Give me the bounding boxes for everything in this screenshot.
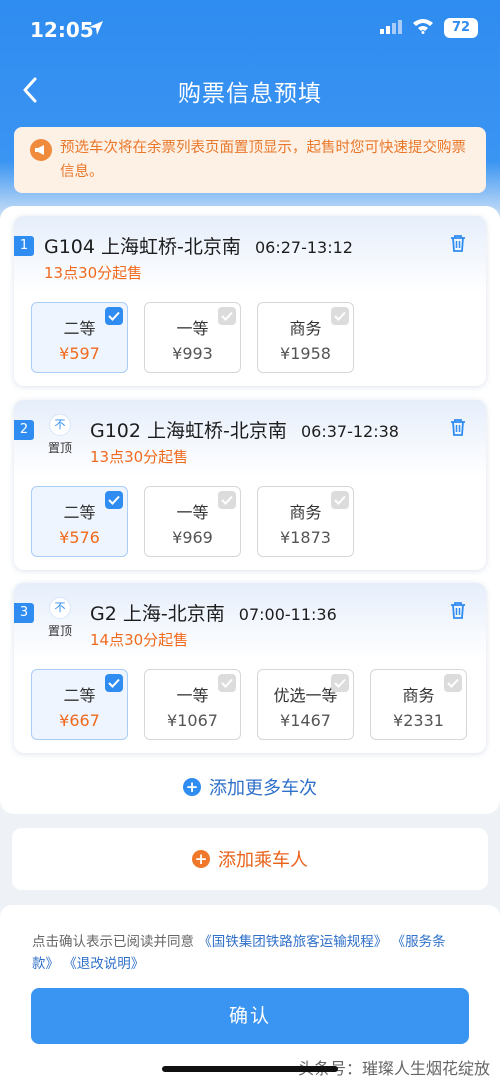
notice-text: 预选车次将在余票列表页面置顶显示，起售时您可快速提交购票信息。 [60,140,466,180]
agreement-prefix: 点击确认表示已阅读并同意 [32,934,194,950]
battery-indicator: 72 [444,18,478,38]
checkbox-unchecked-icon [331,674,349,692]
checkbox-checked-icon [105,307,123,325]
train-number: G102 [90,420,141,442]
train-number: G104 [44,236,95,258]
checkbox-checked-icon [105,491,123,509]
train-card[interactable]: 3 不 置顶 G2 上海-北京南 07:00-11:36 14点30分起售 二等… [14,583,486,753]
seat-price: ¥576 [59,528,100,547]
status-time: 12:05 [30,18,94,42]
seat-price: ¥969 [172,528,213,547]
pin-to-top-button[interactable]: 不 置顶 [44,414,76,456]
seat-option[interactable]: 一等 ¥1067 [144,669,241,740]
train-index-badge: 3 [14,603,34,623]
checkbox-unchecked-icon [218,491,236,509]
plus-circle-icon: + [183,778,201,796]
checkbox-unchecked-icon [331,307,349,325]
seat-option[interactable]: 二等 ¥597 [31,302,128,373]
status-indicators: 72 [380,18,478,38]
train-title: G102 上海虹桥-北京南 06:37-12:38 [90,416,399,443]
train-time: 06:37-12:38 [300,422,399,441]
checkbox-checked-icon [105,674,123,692]
seat-price: ¥1958 [280,344,331,363]
seat-price: ¥597 [59,344,100,363]
pin-label: 置顶 [47,441,72,455]
train-time: 06:27-13:12 [254,238,353,257]
trash-icon[interactable] [450,601,466,623]
seat-option[interactable]: 一等 ¥993 [144,302,241,373]
sale-time: 13点30分起售 [90,448,189,466]
train-card[interactable]: 2 不 置顶 G102 上海虹桥-北京南 06:37-12:38 13点30分起… [14,400,486,570]
refund-policy-link[interactable]: 《退改说明》 [63,956,144,972]
seat-price: ¥2331 [393,711,444,730]
seat-price: ¥667 [59,711,100,730]
train-number: G2 [90,603,117,625]
location-arrow-icon [88,20,104,40]
train-index-badge: 1 [14,236,34,256]
checkbox-unchecked-icon [218,674,236,692]
add-passenger-button[interactable]: + 添加乘车人 [12,828,488,890]
cellular-signal-icon [380,19,402,38]
presale-notice: 预选车次将在余票列表页面置顶显示，起售时您可快速提交购票信息。 [14,127,486,193]
sale-time: 13点30分起售 [44,264,143,282]
plus-circle-icon: + [192,850,210,868]
status-bar: 12:05 72 [0,0,500,62]
seat-price: ¥993 [172,344,213,363]
pin-icon: 不 [49,414,71,436]
agreement-text: 点击确认表示已阅读并同意 《国铁集团铁路旅客运输规程》 《服务条款》 《退改说明… [32,931,472,975]
checkbox-unchecked-icon [331,491,349,509]
pin-icon: 不 [49,597,71,619]
seat-option[interactable]: 一等 ¥969 [144,486,241,557]
train-title: G104 上海虹桥-北京南 06:27-13:12 [44,232,353,259]
seat-option[interactable]: 商务 ¥2331 [370,669,467,740]
seat-option[interactable]: 商务 ¥1958 [257,302,354,373]
nav-bar: 购票信息预填 [0,62,500,118]
seat-option[interactable]: 二等 ¥576 [31,486,128,557]
checkbox-unchecked-icon [444,674,462,692]
page-title: 购票信息预填 [178,81,322,107]
add-passenger-label: 添加乘车人 [218,850,308,871]
seat-option[interactable]: 二等 ¥667 [31,669,128,740]
trash-icon[interactable] [450,234,466,256]
sale-time: 14点30分起售 [90,631,189,649]
selected-trains-panel: 1 G104 上海虹桥-北京南 06:27-13:12 13点30分起售 二等 … [0,206,500,814]
megaphone-icon [30,139,52,161]
home-indicator [162,1066,338,1072]
train-card[interactable]: 1 G104 上海虹桥-北京南 06:27-13:12 13点30分起售 二等 … [14,216,486,386]
seat-price: ¥1873 [280,528,331,547]
wifi-icon [412,18,434,38]
seat-price: ¥1067 [167,711,218,730]
add-more-trains-button[interactable]: + 添加更多车次 [0,774,500,800]
train-route: 上海-北京南 [122,603,225,625]
pin-to-top-button[interactable]: 不 置顶 [44,597,76,639]
transport-rules-link[interactable]: 《国铁集团铁路旅客运输规程》 [198,934,387,950]
train-route: 上海虹桥-北京南 [147,420,287,442]
pin-label: 置顶 [47,624,72,638]
train-time: 07:00-11:36 [238,605,337,624]
train-route: 上海虹桥-北京南 [101,236,241,258]
trash-icon[interactable] [450,418,466,440]
seat-option[interactable]: 优选一等 ¥1467 [257,669,354,740]
checkbox-unchecked-icon [218,307,236,325]
train-index-badge: 2 [14,420,34,440]
train-title: G2 上海-北京南 07:00-11:36 [90,599,337,626]
add-more-label: 添加更多车次 [209,778,317,799]
seat-option[interactable]: 商务 ¥1873 [257,486,354,557]
seat-price: ¥1467 [280,711,331,730]
confirm-button[interactable]: 确认 [31,988,469,1044]
